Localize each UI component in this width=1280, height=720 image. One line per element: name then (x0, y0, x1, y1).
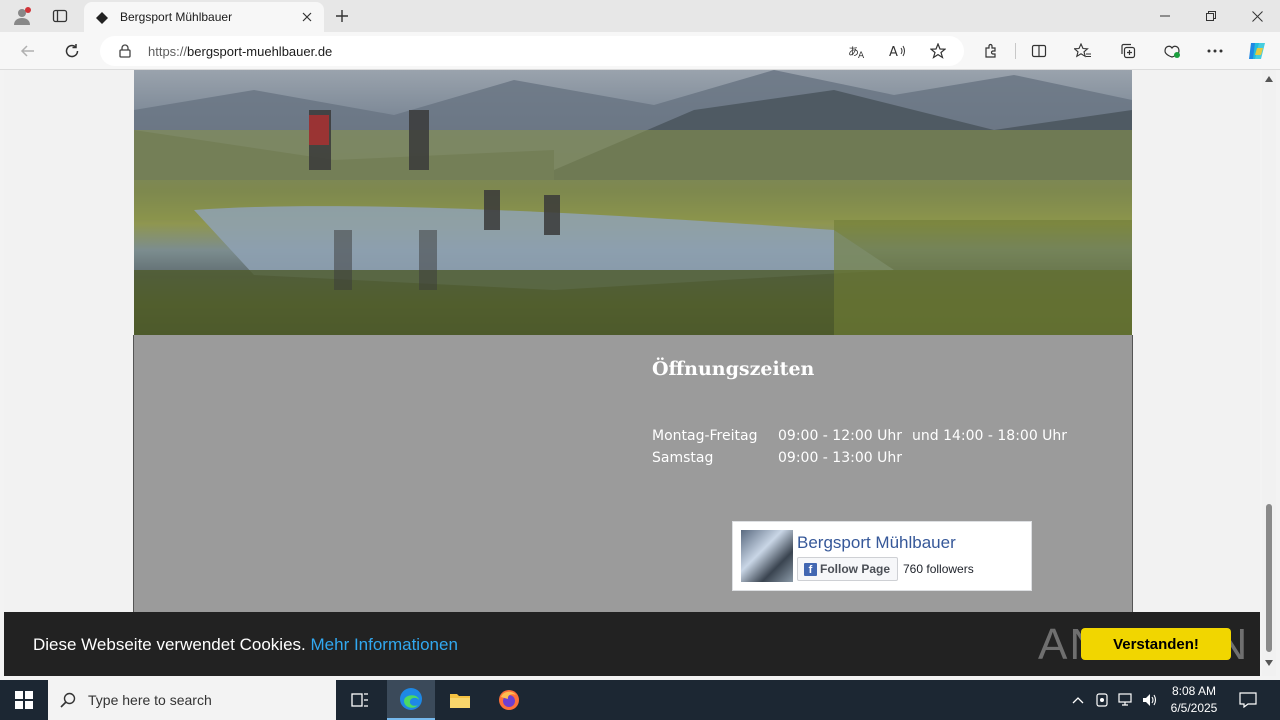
notification-icon[interactable] (1238, 690, 1258, 710)
facebook-page-widget: Bergsport Mühlbauer f Follow Page 760 fo… (732, 521, 1032, 591)
hours-day: Montag-Freitag (652, 428, 758, 444)
split-screen-icon[interactable] (1026, 38, 1052, 64)
window-close-icon[interactable] (1234, 0, 1280, 32)
hero-image (134, 70, 1132, 335)
profile-icon[interactable] (8, 4, 36, 28)
network-icon[interactable] (1116, 690, 1136, 710)
hours-time: 09:00 - 12:00 Uhr (778, 428, 902, 444)
cookie-more-info-link[interactable]: Mehr Informationen (311, 635, 458, 654)
read-aloud-icon[interactable]: A (887, 40, 909, 62)
cookie-accept-button[interactable]: Verstanden! (1081, 628, 1231, 660)
cookie-message: Diese Webseite verwendet Cookies. Mehr I… (33, 635, 458, 655)
address-bar[interactable]: https://bergsport-muehlbauer.de あA A (100, 36, 964, 66)
site-favicon (96, 11, 108, 24)
hours-time: 09:00 - 13:00 Uhr (778, 450, 902, 466)
file-explorer-icon[interactable] (436, 680, 484, 720)
lock-icon[interactable] (114, 40, 136, 62)
tab-strip: Bergsport Mühlbauer (0, 0, 1280, 32)
follow-label: Follow Page (820, 562, 891, 576)
collections-icon[interactable] (1115, 38, 1141, 64)
svg-text:A: A (858, 51, 865, 59)
search-icon (60, 692, 76, 708)
tab-title: Bergsport Mühlbauer (120, 10, 233, 24)
scroll-down-icon[interactable] (1265, 660, 1273, 666)
facebook-page-avatar[interactable] (741, 530, 793, 582)
cookie-text: Diese Webseite verwendet Cookies. (33, 635, 306, 654)
page-viewport: Öffnungszeiten Montag-Freitag 09:00 - 12… (4, 70, 1260, 676)
firefox-icon[interactable] (485, 680, 533, 720)
browser-tab[interactable]: Bergsport Mühlbauer (84, 2, 324, 32)
svg-text:A: A (889, 45, 898, 59)
back-icon[interactable] (14, 37, 42, 65)
facebook-icon: f (804, 562, 817, 576)
facebook-follow-button[interactable]: f Follow Page (797, 557, 899, 581)
restore-icon[interactable] (1188, 0, 1234, 32)
scrollbar-thumb[interactable] (1266, 504, 1272, 652)
clock-time: 8:08 AM (1171, 684, 1217, 698)
tab-actions-icon[interactable] (46, 4, 74, 28)
more-icon[interactable] (1202, 38, 1228, 64)
facebook-followers-count: 760 followers (903, 562, 974, 576)
task-view-icon[interactable] (336, 680, 384, 720)
taskbar: Type here to search 8:08 AM 6/5/2025 (0, 680, 1280, 720)
favorites-icon[interactable] (1070, 38, 1096, 64)
url-text: https://bergsport-muehlbauer.de (148, 44, 333, 59)
performance-icon[interactable] (1159, 38, 1185, 64)
clock-date: 6/5/2025 (1170, 701, 1218, 715)
search-placeholder: Type here to search (88, 692, 212, 708)
facebook-page-name[interactable]: Bergsport Mühlbauer (797, 533, 956, 553)
volume-icon[interactable] (1140, 690, 1160, 710)
vertical-scrollbar[interactable] (1262, 70, 1276, 676)
chevron-up-icon[interactable] (1068, 690, 1088, 710)
translate-icon[interactable]: あA (846, 40, 868, 62)
edge-taskbar-icon[interactable] (387, 680, 435, 720)
main-content: Öffnungszeiten Montag-Freitag 09:00 - 12… (133, 335, 1133, 613)
hours-afternoon: und 14:00 - 18:00 Uhr (912, 428, 1068, 444)
browser-toolbar: https://bergsport-muehlbauer.de あA A (0, 32, 1280, 70)
opening-hours-heading: Öffnungszeiten (652, 358, 815, 380)
new-tab-icon[interactable] (330, 4, 354, 28)
favorite-star-icon[interactable] (927, 40, 949, 62)
windows-start-icon[interactable] (0, 680, 48, 720)
minimize-icon[interactable] (1142, 0, 1188, 32)
cookie-banner: Diese Webseite verwendet Cookies. Mehr I… (4, 612, 1260, 676)
system-clock[interactable]: 8:08 AM 6/5/2025 (1162, 683, 1226, 717)
refresh-icon[interactable] (58, 37, 86, 65)
copilot-icon[interactable] (1244, 38, 1270, 64)
device-icon[interactable] (1092, 690, 1112, 710)
toolbar-divider (1015, 43, 1016, 59)
taskbar-search-box[interactable]: Type here to search (48, 680, 336, 720)
hours-day: Samstag (652, 450, 714, 466)
scroll-up-icon[interactable] (1265, 76, 1273, 82)
extensions-icon[interactable] (978, 38, 1004, 64)
close-icon[interactable] (298, 8, 316, 26)
